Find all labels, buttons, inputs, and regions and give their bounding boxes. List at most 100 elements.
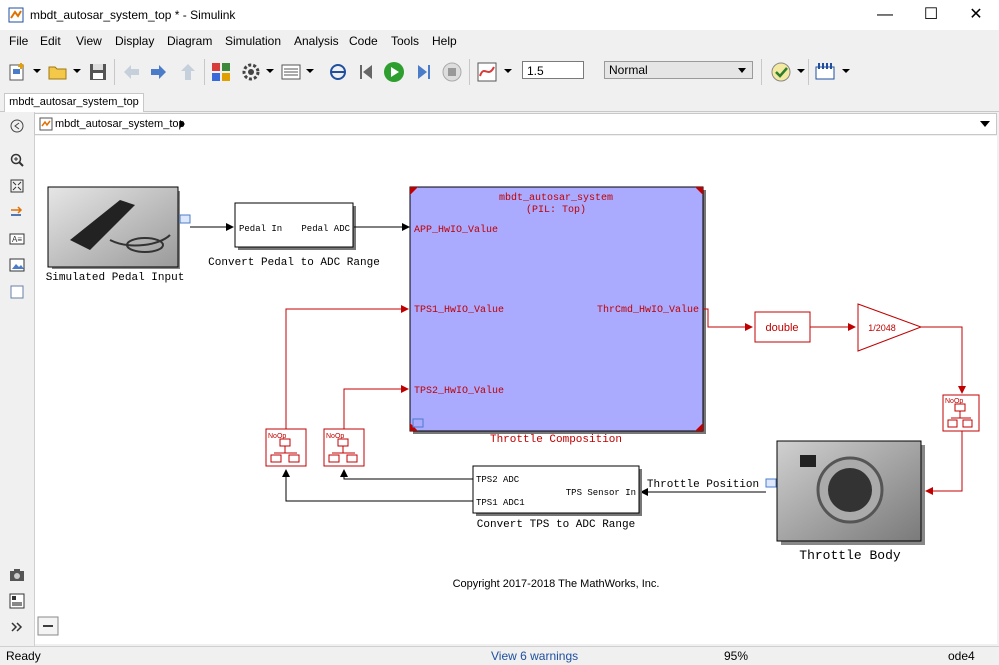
pedal-input-label: Simulated Pedal Input — [46, 272, 185, 284]
gain-block-value: 1/2048 — [868, 323, 896, 333]
menu-help[interactable]: Help — [432, 34, 457, 48]
explorer-dropdown-icon[interactable] — [306, 69, 314, 73]
toolbar-separator — [204, 59, 205, 85]
gear-icon[interactable] — [240, 61, 262, 83]
model-browser-icon[interactable] — [9, 593, 25, 609]
screenshot-icon[interactable] — [9, 567, 25, 583]
noop-tps2-label: NoOp — [326, 433, 344, 440]
noop-to-throttle-line[interactable] — [925, 431, 963, 495]
arrow-icon[interactable] — [9, 204, 25, 220]
throttle-position-label: Throttle Position — [647, 479, 759, 491]
port-tps2-hwio: TPS2_HwIO_Value — [414, 385, 504, 397]
menu-analysis[interactable]: Analysis — [294, 34, 339, 48]
up-arrow-icon[interactable] — [177, 61, 199, 83]
inspector-dropdown-icon[interactable] — [504, 69, 512, 73]
simulation-data-inspector-icon[interactable] — [476, 61, 498, 83]
maximize-button[interactable]: ☐ — [908, 0, 954, 30]
menu-view[interactable]: View — [76, 34, 102, 48]
settings-dropdown-icon[interactable] — [266, 69, 274, 73]
menu-file[interactable]: File — [9, 34, 28, 48]
collapse-button[interactable] — [37, 616, 59, 636]
convert-tps-out1-port: TPS1 ADC1 — [476, 498, 525, 508]
forward-arrow-icon[interactable] — [148, 61, 170, 83]
menu-bar: File Edit View Display Diagram Simulatio… — [0, 31, 999, 51]
toolbar — [0, 53, 999, 89]
noop-tps1-label: NoOp — [268, 433, 286, 440]
close-button[interactable]: ✕ — [953, 0, 999, 30]
menu-simulation[interactable]: Simulation — [225, 34, 281, 48]
noop-right-label: NoOp — [945, 398, 963, 405]
subsystem-name: mbdt_autosar_system — [499, 192, 613, 204]
model-explorer-icon[interactable] — [280, 61, 302, 83]
breadcrumb: mbdt_autosar_system_top — [34, 113, 997, 135]
menu-diagram[interactable]: Diagram — [167, 34, 212, 48]
chevron-right-icon[interactable] — [180, 120, 185, 128]
throttle-body-label: Throttle Body — [799, 548, 901, 563]
toolbar-separator — [469, 59, 470, 85]
warnings-link[interactable]: View 6 warnings — [491, 649, 578, 663]
menu-tools[interactable]: Tools — [391, 34, 419, 48]
convert-pedal-in-port: Pedal In — [239, 224, 282, 234]
gain-signal-line[interactable] — [921, 326, 966, 394]
title-bar: mbdt_autosar_system_top * - Simulink — ☐… — [0, 0, 999, 30]
address-dropdown-icon[interactable] — [980, 121, 990, 127]
simulation-mode-value: Normal — [609, 63, 648, 77]
stop-icon[interactable] — [441, 61, 463, 83]
svg-text:A≡: A≡ — [12, 235, 22, 244]
hide-browser-icon[interactable] — [9, 118, 25, 134]
tps1-adc-line[interactable] — [282, 469, 473, 502]
window-title: mbdt_autosar_system_top * - Simulink — [30, 8, 236, 22]
simulation-mode-select[interactable]: Normal — [604, 61, 753, 79]
expand-palette-icon[interactable] — [9, 619, 25, 635]
zoom-icon[interactable] — [9, 152, 25, 168]
subsystem-label: Throttle Composition — [490, 434, 622, 446]
model-advisor-check-icon[interactable] — [770, 61, 792, 83]
step-back-icon[interactable] — [356, 61, 378, 83]
convert-pedal-out-port: Pedal ADC — [301, 224, 350, 234]
breadcrumb-model-link[interactable]: mbdt_autosar_system_top — [55, 118, 185, 130]
left-palette: A≡ — [0, 112, 35, 646]
update-diagram-icon[interactable] — [327, 61, 349, 83]
convert-tps-out2-port: TPS2 ADC — [476, 475, 520, 485]
status-text: Ready — [6, 649, 41, 663]
annotation-icon[interactable]: A≡ — [9, 231, 25, 247]
solver-name: ode4 — [948, 649, 975, 663]
advisor-dropdown-icon[interactable] — [797, 69, 805, 73]
signal-port-icon — [179, 214, 191, 224]
subsystem-mode: (PIL: Top) — [526, 204, 586, 216]
area-icon[interactable] — [9, 284, 25, 300]
open-dropdown-icon[interactable] — [73, 69, 81, 73]
menu-edit[interactable]: Edit — [40, 34, 61, 48]
back-arrow-icon[interactable] — [120, 61, 142, 83]
tps2-signal-line[interactable] — [343, 385, 409, 429]
toolbar-separator — [761, 59, 762, 85]
minimize-button[interactable]: — — [862, 0, 908, 30]
pedal-input-block[interactable] — [47, 186, 191, 269]
throttle-body-block[interactable] — [765, 440, 925, 545]
model-canvas[interactable]: Simulated Pedal Input Pedal In Pedal ADC… — [35, 136, 997, 644]
image-icon[interactable] — [9, 257, 25, 273]
tab-model[interactable]: mbdt_autosar_system_top — [4, 93, 144, 112]
status-bar: Ready View 6 warnings 95% ode4 — [0, 646, 999, 665]
toolbar-separator — [114, 59, 115, 85]
build-model-icon[interactable] — [814, 61, 836, 83]
stop-time-input[interactable]: 1.5 — [522, 61, 584, 79]
save-icon[interactable] — [87, 61, 109, 83]
run-icon[interactable] — [383, 61, 405, 83]
open-folder-icon[interactable] — [47, 61, 69, 83]
double-block-label: double — [765, 322, 798, 334]
thrcmd-signal-line[interactable] — [703, 308, 753, 331]
step-forward-icon[interactable] — [412, 61, 434, 83]
fit-to-view-icon[interactable] — [9, 178, 25, 194]
menu-display[interactable]: Display — [115, 34, 154, 48]
build-dropdown-icon[interactable] — [842, 69, 850, 73]
port-tps1-hwio: TPS1_HwIO_Value — [414, 304, 504, 316]
simulink-app-icon — [8, 7, 24, 23]
menu-code[interactable]: Code — [349, 34, 378, 48]
new-dropdown-icon[interactable] — [33, 69, 41, 73]
library-browser-icon[interactable] — [210, 61, 232, 83]
tps2-adc-line[interactable] — [340, 469, 473, 480]
tps1-signal-line[interactable] — [285, 305, 409, 429]
signal-port-icon — [765, 478, 777, 488]
new-model-icon[interactable] — [7, 61, 29, 83]
